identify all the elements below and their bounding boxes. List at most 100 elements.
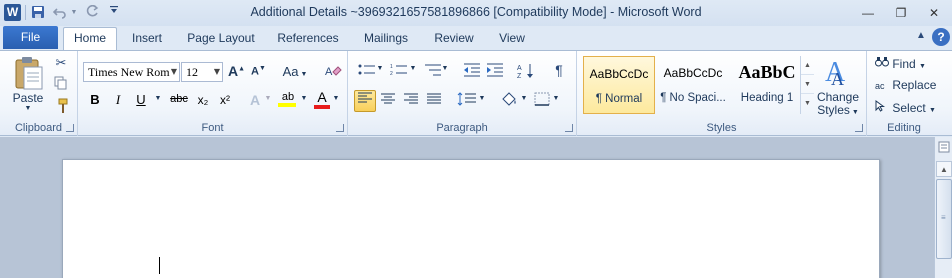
change-case-button[interactable]: Aa ▼ [282, 64, 308, 79]
grow-font-button[interactable]: A▲ [228, 63, 245, 79]
font-size-combo[interactable]: 12 ▼ [181, 62, 223, 82]
find-label: Find [892, 57, 916, 71]
scroll-grip-icon: ≡ [941, 213, 946, 222]
styles-scroll-down-icon[interactable]: ▼ [801, 75, 814, 94]
tab-mailings[interactable]: Mailings [356, 28, 416, 50]
clear-formatting-icon[interactable]: A [324, 63, 342, 84]
replace-button[interactable]: ac Replace [875, 78, 941, 92]
scroll-thumb[interactable]: ≡ [936, 179, 952, 259]
styles-launcher-icon[interactable] [855, 124, 863, 132]
highlight-color-bar [278, 103, 296, 107]
style-normal[interactable]: AaBbCcDc ¶ Normal [583, 56, 655, 114]
font-color-bar [314, 105, 330, 109]
increase-indent-icon[interactable] [485, 63, 505, 82]
borders-icon[interactable] [532, 92, 552, 111]
scroll-up-icon[interactable]: ▲ [936, 161, 952, 177]
paragraph-launcher-icon[interactable] [565, 124, 573, 132]
align-center-icon[interactable] [378, 92, 398, 111]
tab-view[interactable]: View [492, 28, 532, 50]
find-button[interactable]: Find ▼ [875, 56, 939, 71]
font-color-button[interactable]: A [314, 89, 330, 109]
italic-button[interactable]: I [112, 92, 124, 108]
underline-button[interactable]: U [135, 92, 147, 107]
svg-text:Z: Z [517, 73, 522, 79]
group-editing: Find ▼ ac Replace Select ▼ Editing [867, 51, 941, 136]
highlight-dropdown-icon[interactable]: ▼ [300, 95, 308, 102]
paste-button[interactable]: Paste [8, 91, 48, 105]
ruler-toggle-icon[interactable] [937, 141, 951, 155]
strikethrough-button[interactable]: abc [169, 93, 189, 105]
highlight-button[interactable]: ab [278, 91, 298, 107]
style-heading-1[interactable]: AaBbC Heading 1 [731, 56, 803, 114]
style-normal-name: ¶ Normal [595, 93, 643, 105]
select-button[interactable]: Select ▼ [875, 100, 941, 115]
editing-group-label: Editing [887, 122, 921, 134]
select-label: Select [892, 101, 926, 115]
decrease-indent-icon[interactable] [462, 63, 482, 82]
superscript-button[interactable]: x² [217, 93, 233, 107]
text-cursor [159, 257, 160, 274]
line-spacing-dropdown-icon[interactable]: ▼ [478, 95, 486, 102]
group-paragraph: ▼ 12 ▼ ▼ AZ ¶ ▼ ▼ ▼ Paragraph [348, 51, 577, 136]
format-painter-icon[interactable] [52, 98, 70, 119]
line-spacing-icon[interactable] [456, 92, 478, 111]
change-styles-button[interactable]: Change Styles ▼ [815, 91, 861, 119]
minimize-button[interactable]: — [855, 4, 881, 22]
clipboard-launcher-icon[interactable] [66, 124, 74, 132]
underline-dropdown-icon[interactable]: ▼ [154, 95, 162, 102]
tab-home[interactable]: Home [63, 27, 117, 51]
bullets-icon[interactable] [356, 63, 378, 82]
help-icon[interactable]: ? [932, 28, 950, 46]
font-color-dropdown-icon[interactable]: ▼ [332, 95, 340, 102]
align-right-icon[interactable] [401, 92, 421, 111]
document-page[interactable] [62, 159, 880, 278]
text-effects-dropdown-icon[interactable]: ▼ [264, 95, 272, 102]
subscript-button[interactable]: x₂ [195, 93, 211, 107]
shading-icon[interactable] [498, 91, 520, 112]
justify-icon[interactable] [424, 92, 444, 111]
sort-icon[interactable]: AZ [516, 63, 536, 84]
tab-insert[interactable]: Insert [123, 28, 171, 50]
borders-dropdown-icon[interactable]: ▼ [552, 95, 560, 102]
replace-label: Replace [892, 78, 937, 92]
paste-icon[interactable] [12, 55, 44, 91]
style-normal-preview: AaBbCcDc [589, 67, 649, 81]
change-styles-icon[interactable]: AA [821, 55, 855, 89]
styles-group-label: Styles [706, 122, 737, 134]
font-size-value: 12 [186, 65, 198, 79]
numbering-icon[interactable]: 12 [388, 63, 410, 82]
paste-dropdown-icon[interactable]: ▼ [23, 105, 33, 112]
align-left-icon[interactable] [354, 90, 376, 112]
font-family-dropdown-icon[interactable]: ▼ [171, 63, 177, 81]
font-color-icon: A [317, 89, 327, 105]
close-button[interactable]: ✕ [921, 4, 947, 22]
shrink-font-button[interactable]: A▼ [251, 65, 266, 78]
styles-more-icon[interactable]: ▼ [801, 94, 814, 113]
cut-icon[interactable]: ✂ [52, 54, 70, 72]
styles-gallery-scroll: ▲ ▼ ▼ [800, 56, 814, 114]
font-launcher-icon[interactable] [336, 124, 344, 132]
vertical-scrollbar[interactable]: ▲ ≡ [934, 137, 952, 278]
highlight-icon: ab [281, 91, 295, 103]
tab-review[interactable]: Review [427, 28, 481, 50]
bold-button[interactable]: B [88, 92, 102, 107]
text-effects-button[interactable]: A [248, 92, 262, 108]
style-no-spacing[interactable]: AaBbCcDc ¶ No Spaci... [657, 56, 729, 114]
font-size-dropdown-icon[interactable]: ▼ [214, 63, 220, 81]
font-group-label: Font [201, 122, 224, 134]
multilevel-dropdown-icon[interactable]: ▼ [441, 65, 449, 72]
bullets-dropdown-icon[interactable]: ▼ [376, 65, 384, 72]
window-title: Additional Details ~3969321657581896866 … [250, 5, 702, 19]
show-formatting-button[interactable]: ¶ [551, 62, 567, 78]
tab-references[interactable]: References [271, 28, 345, 50]
tab-page-layout[interactable]: Page Layout [182, 28, 260, 50]
font-family-combo[interactable]: Times New Rom ▼ [83, 62, 180, 82]
tab-file[interactable]: File [3, 26, 58, 49]
numbering-dropdown-icon[interactable]: ▼ [409, 65, 417, 72]
styles-scroll-up-icon[interactable]: ▲ [801, 56, 814, 75]
minimize-ribbon-icon[interactable]: ▲ [916, 30, 926, 41]
title-bar: W ▼ Additional Details ~3969321657581896… [0, 0, 952, 26]
copy-icon[interactable] [52, 76, 70, 95]
shading-dropdown-icon[interactable]: ▼ [520, 95, 528, 102]
restore-button[interactable]: ❐ [888, 4, 914, 22]
